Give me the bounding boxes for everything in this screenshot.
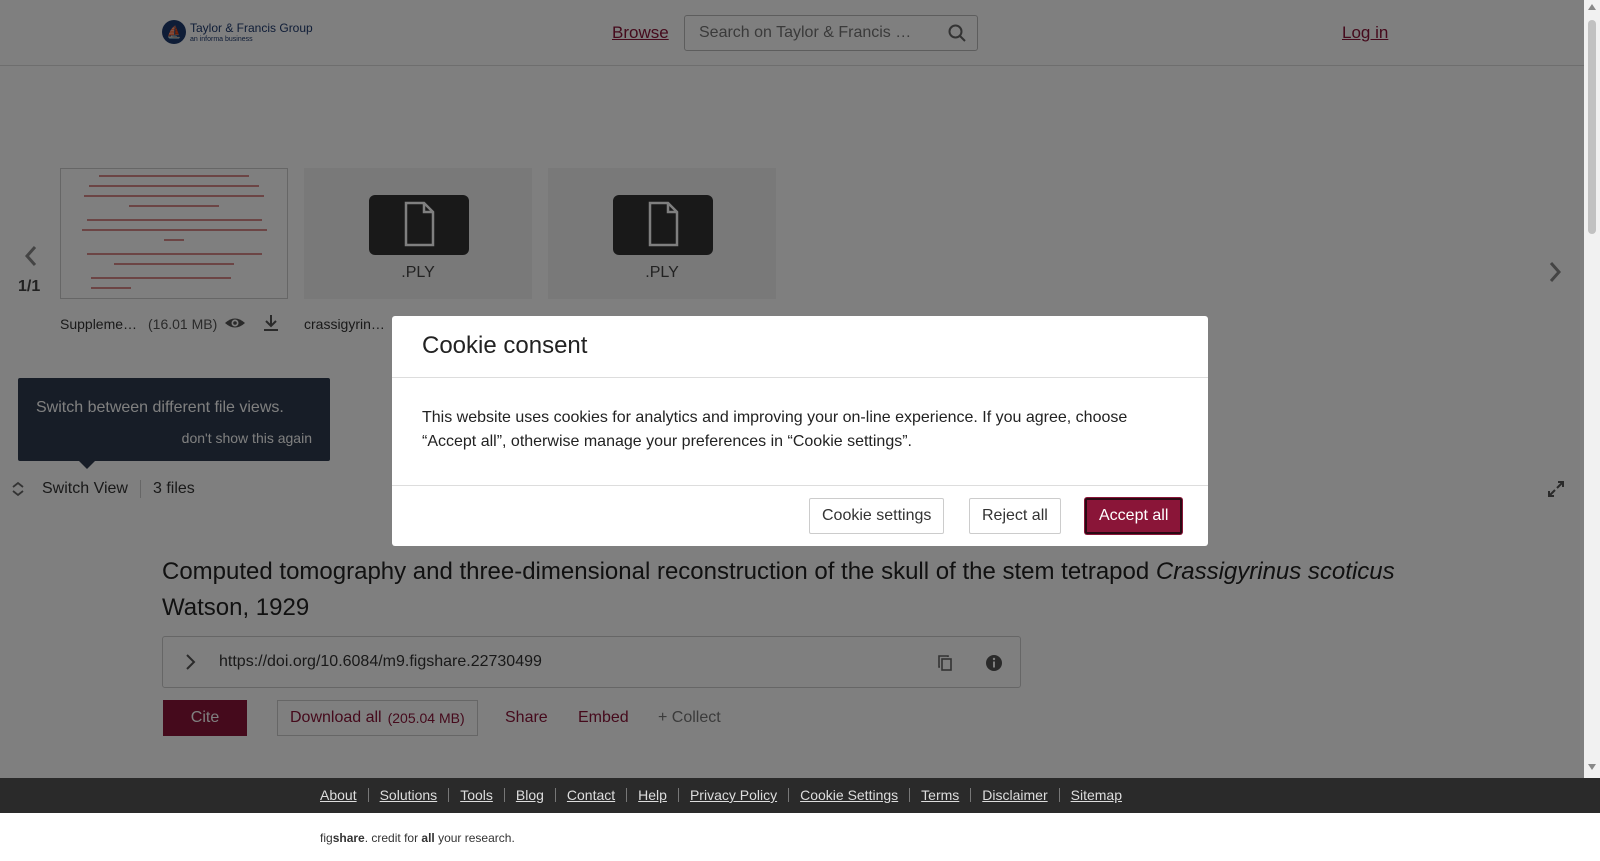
footer-link-disclaimer[interactable]: Disclaimer: [982, 787, 1047, 803]
dialog-title: Cookie consent: [422, 332, 588, 359]
footer-link-cookie-settings[interactable]: Cookie Settings: [800, 787, 898, 803]
reject-all-button[interactable]: Reject all: [969, 498, 1061, 534]
footer-link-solutions[interactable]: Solutions: [380, 787, 438, 803]
footer-link-about[interactable]: About: [320, 787, 357, 803]
accept-all-button[interactable]: Accept all: [1085, 498, 1183, 534]
footer-link-sitemap[interactable]: Sitemap: [1071, 787, 1122, 803]
scroll-thumb[interactable]: [1588, 20, 1596, 234]
footer-link-privacy-policy[interactable]: Privacy Policy: [690, 787, 777, 803]
page-scrollbar[interactable]: [1584, 0, 1600, 778]
footer-link-blog[interactable]: Blog: [516, 787, 544, 803]
dialog-body: This website uses cookies for analytics …: [422, 409, 1128, 450]
footer-link-tools[interactable]: Tools: [460, 787, 493, 803]
figshare-tagline: figshare. credit for all your research.: [320, 831, 515, 845]
footer-links: About Solutions Tools Blog Contact Help …: [320, 787, 1122, 803]
site-footer: About Solutions Tools Blog Contact Help …: [0, 778, 1600, 813]
scroll-down-arrow-icon[interactable]: [1588, 764, 1596, 770]
scroll-up-arrow-icon[interactable]: [1588, 4, 1596, 10]
footer-link-terms[interactable]: Terms: [921, 787, 959, 803]
cookie-consent-dialog: Cookie consent This website uses cookies…: [392, 316, 1208, 546]
footer-link-contact[interactable]: Contact: [567, 787, 615, 803]
footer-link-help[interactable]: Help: [638, 787, 667, 803]
cookie-settings-button[interactable]: Cookie settings: [809, 498, 945, 534]
